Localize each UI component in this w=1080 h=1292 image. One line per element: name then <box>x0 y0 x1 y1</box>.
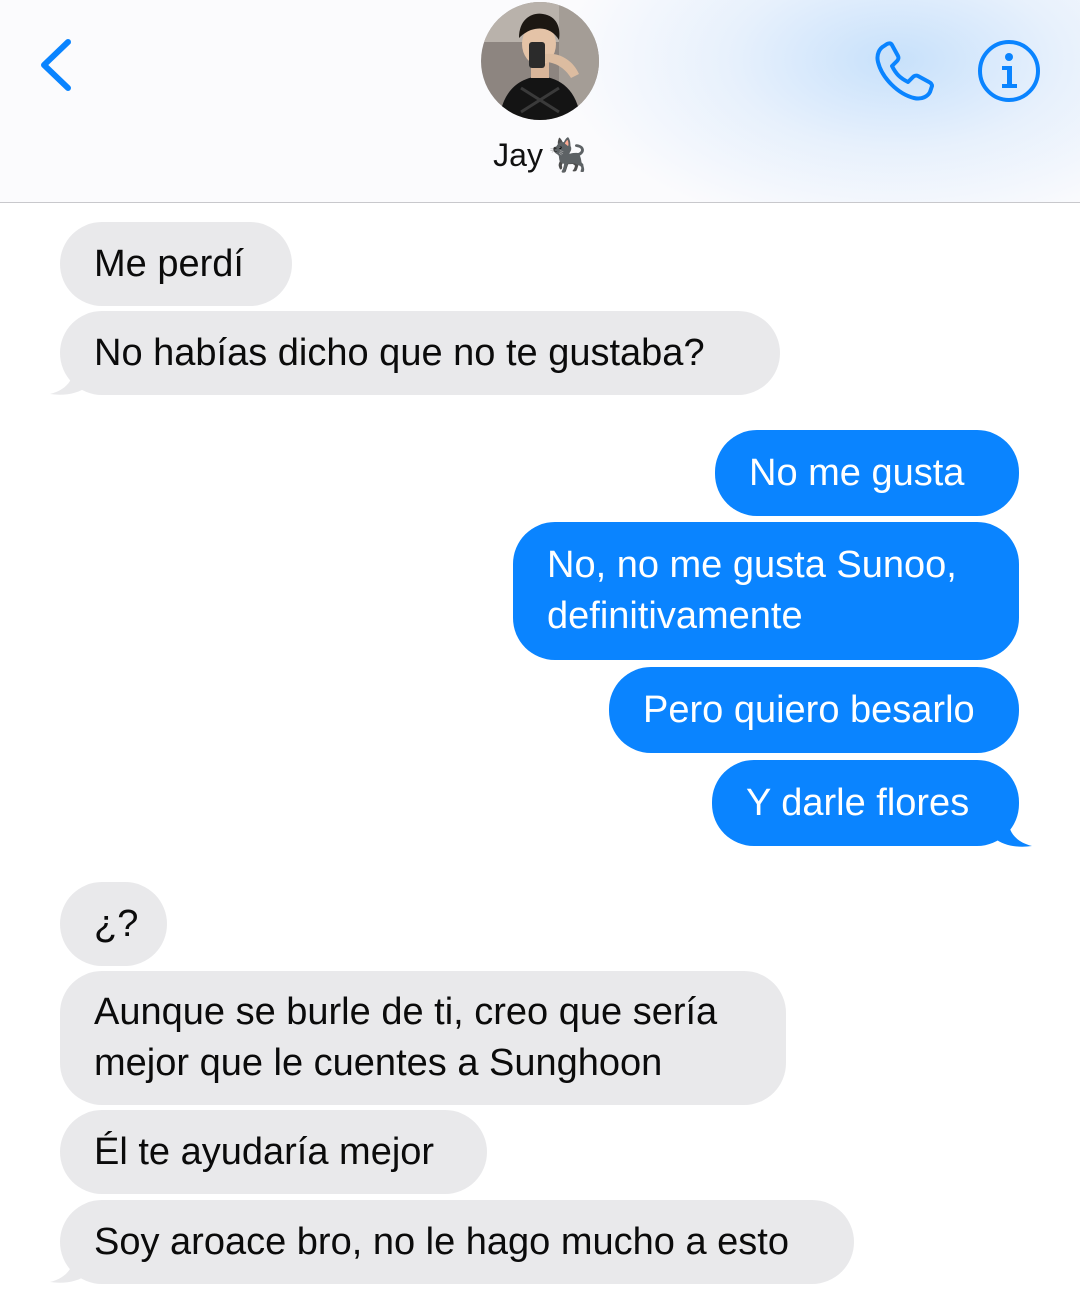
message-bubble-incoming[interactable]: Me perdí <box>60 222 292 306</box>
message-text: Soy aroace bro, no le hago mucho a esto <box>94 1220 790 1263</box>
bubble-tail-incoming <box>50 366 88 395</box>
message-text: Pero quiero besarlo <box>643 688 975 731</box>
message-bubble-outgoing[interactable]: No me gusta <box>715 430 1019 516</box>
contact-avatar[interactable] <box>481 2 599 120</box>
conversation-header: Jay 🐈‍⬛ <box>0 0 1080 202</box>
chevron-left-icon <box>41 39 71 91</box>
message-text: Me perdí <box>94 242 244 285</box>
info-button[interactable] <box>976 38 1042 104</box>
black-cat-emoji: 🐈‍⬛ <box>546 137 587 173</box>
header-divider <box>0 202 1080 203</box>
message-bubble-incoming[interactable]: Soy aroace bro, no le hago mucho a esto <box>60 1200 854 1284</box>
message-bubble-incoming[interactable]: Aunque se burle de ti, creo que sería me… <box>60 971 786 1105</box>
message-bubble-outgoing[interactable]: No, no me gusta Sunoo, definitivamente <box>513 522 1019 660</box>
message-text-line: Aunque se burle de ti, creo que sería <box>94 991 718 1033</box>
bubble-tail-outgoing <box>994 818 1032 847</box>
message-text: Y darle flores <box>746 781 970 824</box>
message-text: ¿? <box>94 902 139 945</box>
message-bubble-incoming[interactable]: ¿? <box>60 882 167 966</box>
contact-name-text: Jay <box>493 137 543 173</box>
message-bubble-incoming[interactable]: Él te ayudaría mejor <box>60 1110 487 1194</box>
call-button[interactable] <box>870 36 940 106</box>
message-text: No me gusta <box>749 451 965 494</box>
avatar-photo <box>481 2 599 120</box>
info-icon <box>978 40 1040 102</box>
message-text-line: definitivamente <box>547 595 803 637</box>
message-text: Él te ayudaría mejor <box>94 1130 435 1173</box>
message-bubble-outgoing[interactable]: Y darle flores <box>712 760 1019 846</box>
phone-icon <box>875 41 934 101</box>
message-text-line: mejor que le cuentes a Sunghoon <box>94 1042 663 1084</box>
message-bubble-incoming[interactable]: No habías dicho que no te gustaba? <box>60 311 780 395</box>
back-button[interactable] <box>30 30 90 100</box>
bubble-tail-incoming <box>50 1254 88 1283</box>
message-text-line: No, no me gusta Sunoo, <box>547 544 957 586</box>
message-bubble-outgoing[interactable]: Pero quiero besarlo <box>609 667 1019 753</box>
contact-name[interactable]: Jay 🐈‍⬛ <box>440 136 640 174</box>
message-text: No habías dicho que no te gustaba? <box>94 331 705 374</box>
